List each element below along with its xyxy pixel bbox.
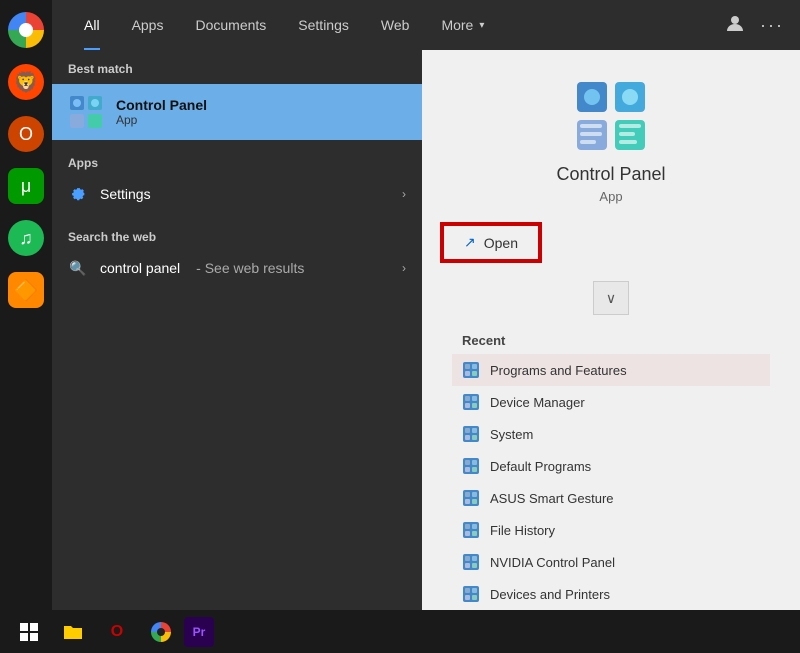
chrome-taskbar-button[interactable] <box>140 611 182 653</box>
settings-label: Settings <box>100 186 151 202</box>
settings-icon <box>68 184 88 204</box>
best-match-label: Best match <box>52 50 422 84</box>
app-name-large: Control Panel <box>556 164 665 185</box>
tab-documents[interactable]: Documents <box>179 0 282 50</box>
recent-item-1[interactable]: Device Manager <box>452 386 770 418</box>
recent-item-icon-5 <box>462 521 480 539</box>
desktop: 🦁 O μ ♫ 🔶 All Apps Documents <box>0 0 800 653</box>
recent-section: Recent Prog <box>442 325 780 610</box>
recent-item-label-0: Programs and Features <box>490 363 627 378</box>
control-panel-icon <box>68 94 104 130</box>
desktop-icon-brave[interactable]: 🦁 <box>0 56 52 108</box>
apps-label: Apps <box>52 148 422 174</box>
app-type: App <box>599 189 622 204</box>
search-web-arrow-icon: › <box>402 261 406 275</box>
ellipsis-icon[interactable]: ··· <box>760 15 784 36</box>
search-web-item[interactable]: 🔍 control panel - See web results › <box>52 248 422 288</box>
open-icon: ↗ <box>464 234 476 251</box>
app-icon-large <box>575 80 647 152</box>
file-explorer-button[interactable] <box>52 611 94 653</box>
recent-item-label-1: Device Manager <box>490 395 585 410</box>
open-button[interactable]: ↗ Open <box>442 224 540 261</box>
start-menu: All Apps Documents Settings Web More ▾ <box>52 0 800 610</box>
search-web-label: Search the web <box>52 222 422 248</box>
main-content: Best match <box>52 50 800 610</box>
recent-item-icon-2 <box>462 425 480 443</box>
opera-button[interactable]: O <box>96 611 138 653</box>
nav-bar: All Apps Documents Settings Web More ▾ <box>52 0 800 50</box>
tab-apps[interactable]: Apps <box>116 0 180 50</box>
search-web-icon: 🔍 <box>68 258 88 278</box>
open-button-wrapper: ↗ Open <box>442 224 540 261</box>
recent-item-icon-7 <box>462 585 480 603</box>
premiere-button[interactable]: Pr <box>184 617 214 647</box>
recent-item-label-4: ASUS Smart Gesture <box>490 491 614 506</box>
left-panel: Best match <box>52 50 422 610</box>
recent-label: Recent <box>452 325 770 354</box>
recent-item-label-7: Devices and Printers <box>490 587 610 602</box>
recent-item-5[interactable]: File History <box>452 514 770 546</box>
recent-item-label-3: Default Programs <box>490 459 591 474</box>
recent-item-7[interactable]: Devices and Printers <box>452 578 770 610</box>
apps-section: Apps Settings › <box>52 140 422 222</box>
tab-web[interactable]: Web <box>365 0 426 50</box>
recent-item-0[interactable]: Programs and Features <box>452 354 770 386</box>
desktop-icon-browser[interactable]: O <box>0 108 52 160</box>
taskbar-left: 🦁 O μ ♫ 🔶 <box>0 0 52 610</box>
desktop-icon-spotify[interactable]: ♫ <box>0 212 52 264</box>
chevron-down-icon: ∨ <box>606 290 616 307</box>
settings-menu-item[interactable]: Settings › <box>52 174 422 214</box>
recent-item-6[interactable]: NVIDIA Control Panel <box>452 546 770 578</box>
recent-item-4[interactable]: ASUS Smart Gesture <box>452 482 770 514</box>
expand-button[interactable]: ∨ <box>593 281 629 315</box>
best-match-item[interactable]: Control Panel App <box>52 84 422 140</box>
desktop-icon-chrome[interactable] <box>0 4 52 56</box>
desktop-icon-utorrent[interactable]: μ <box>0 160 52 212</box>
tab-settings[interactable]: Settings <box>282 0 365 50</box>
search-web-section: Search the web 🔍 control panel - See web… <box>52 222 422 288</box>
recent-item-label-6: NVIDIA Control Panel <box>490 555 615 570</box>
right-panel: Control Panel App ↗ Open ∨ Recent <box>422 50 800 610</box>
recent-item-label-5: File History <box>490 523 555 538</box>
chevron-down-icon: ▾ <box>479 20 484 31</box>
bottom-taskbar: O Pr <box>0 610 800 653</box>
desktop-icon-vlc[interactable]: 🔶 <box>0 264 52 316</box>
person-icon[interactable] <box>726 14 744 37</box>
recent-item-label-2: System <box>490 427 533 442</box>
settings-arrow-icon: › <box>402 187 406 201</box>
tab-all[interactable]: All <box>68 0 116 50</box>
recent-item-icon-1 <box>462 393 480 411</box>
best-match-info: Control Panel App <box>116 97 207 127</box>
recent-item-icon-4 <box>462 489 480 507</box>
recent-item-2[interactable]: System <box>452 418 770 450</box>
search-web-query: control panel <box>100 260 180 276</box>
tab-more[interactable]: More ▾ <box>425 0 500 50</box>
recent-item-icon-6 <box>462 553 480 571</box>
best-match-subtitle: App <box>116 113 207 127</box>
open-label: Open <box>484 235 518 251</box>
start-button[interactable] <box>8 611 50 653</box>
search-web-link: - See web results <box>196 260 304 276</box>
recent-item-icon-3 <box>462 457 480 475</box>
best-match-title: Control Panel <box>116 97 207 113</box>
recent-item-3[interactable]: Default Programs <box>452 450 770 482</box>
recent-item-icon-0 <box>462 361 480 379</box>
